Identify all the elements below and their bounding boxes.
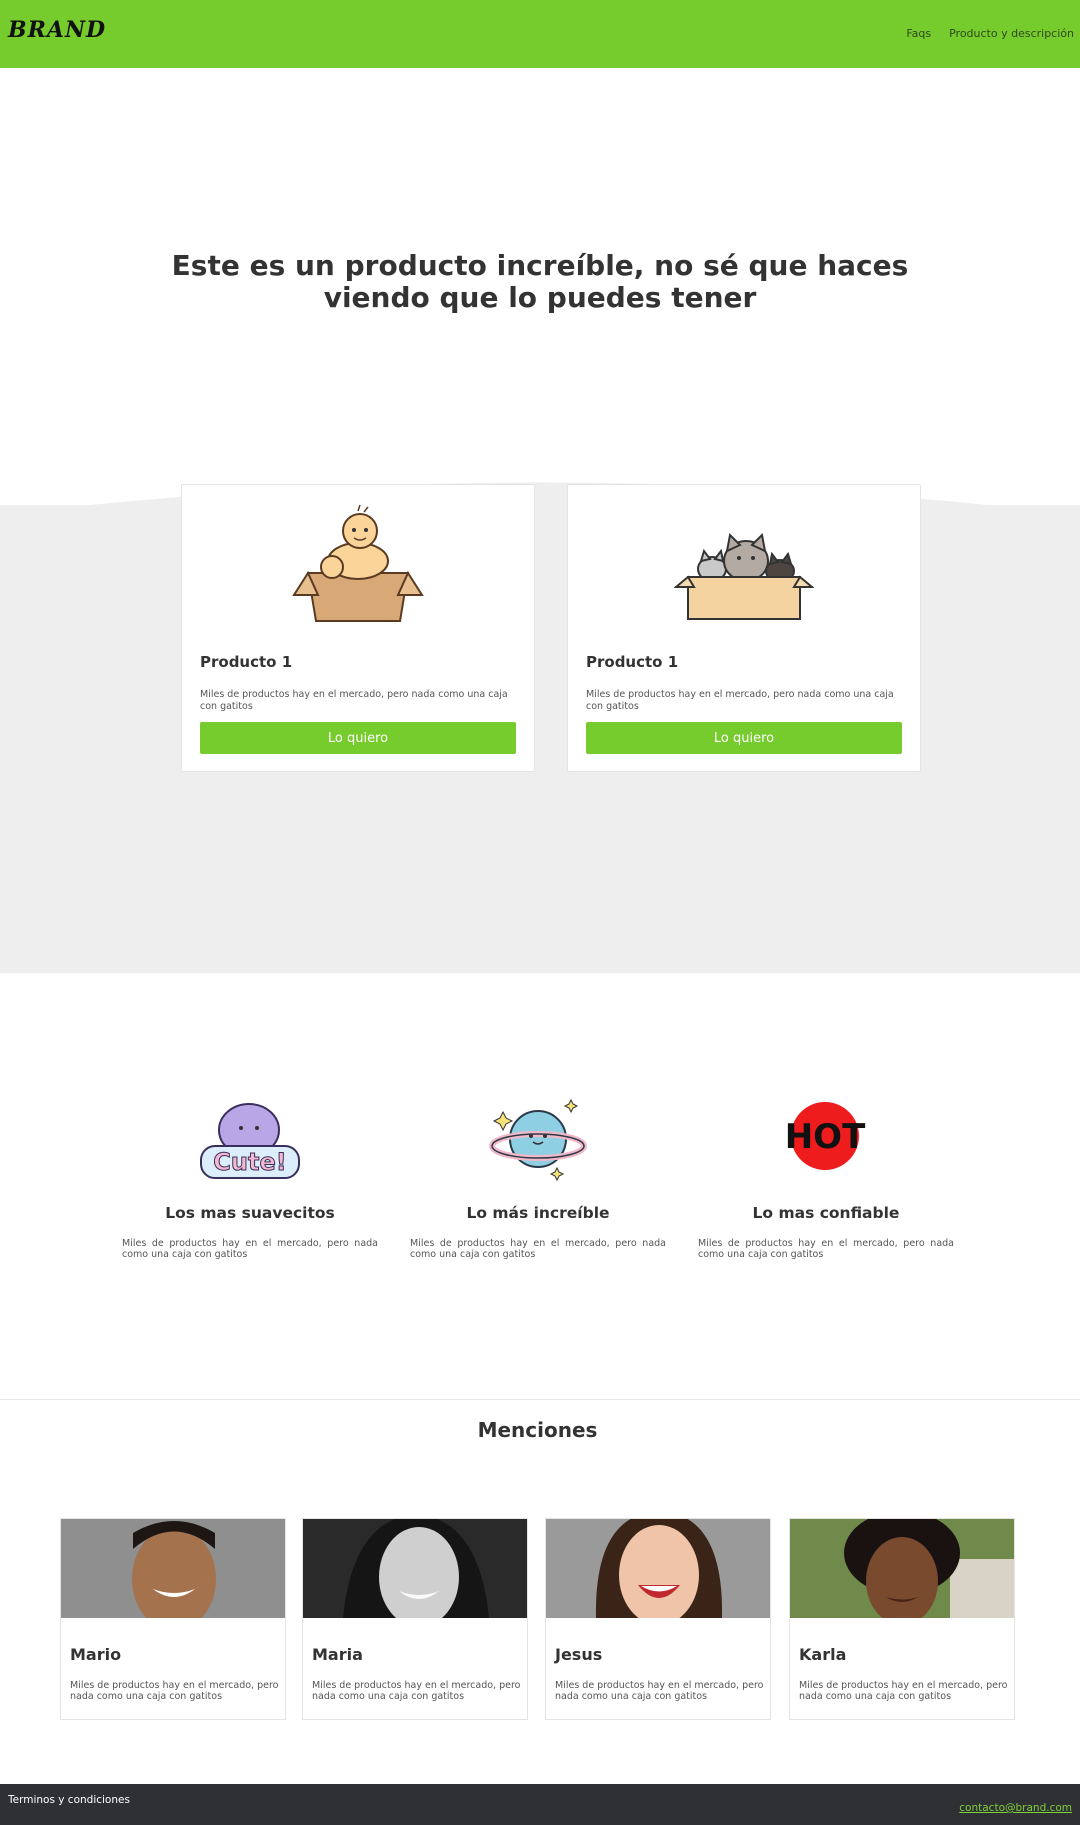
- svg-text:Cute!: Cute!: [213, 1148, 286, 1176]
- feature-description: Miles de productos hay en el mercado, pe…: [698, 1238, 954, 1260]
- person-name: Jesus: [555, 1645, 603, 1664]
- feature-title: Lo mas confiable: [752, 1204, 900, 1222]
- main-nav: Faqs Producto y descripción: [906, 27, 1074, 40]
- avatar: [303, 1519, 527, 1618]
- feature-title: Los mas suavecitos: [165, 1204, 335, 1222]
- mention-card: Jesus Miles de productos hay en el merca…: [545, 1518, 771, 1720]
- contact-email-link[interactable]: contacto@brand.com: [959, 1802, 1072, 1814]
- svg-text:HOT: HOT: [785, 1117, 866, 1157]
- person-description: Miles de productos hay en el mercado, pe…: [555, 1680, 764, 1702]
- mention-card: Mario Miles de productos hay en el merca…: [60, 1518, 286, 1720]
- avatar: [61, 1519, 285, 1618]
- mention-card: Maria Miles de productos hay en el merca…: [302, 1518, 528, 1720]
- footer: Terminos y condiciones contacto@brand.co…: [0, 1784, 1080, 1825]
- cats-in-box-icon: [568, 503, 920, 628]
- mentions-title: Menciones: [477, 1418, 598, 1442]
- landing-page: BRAND Faqs Producto y descripción Este e…: [0, 0, 1080, 1825]
- avatar: [546, 1519, 770, 1618]
- avatar: [790, 1519, 1014, 1618]
- product-description: Miles de productos hay en el mercado, pe…: [586, 689, 894, 712]
- feature-title: Lo más increíble: [466, 1204, 610, 1222]
- product-title: Producto 1: [586, 653, 679, 671]
- section-divider: [0, 1399, 1080, 1400]
- buy-button[interactable]: Lo quiero: [200, 722, 516, 754]
- person-name: Karla: [799, 1645, 847, 1664]
- baby-in-box-icon: [182, 503, 534, 628]
- feature-description: Miles de productos hay en el mercado, pe…: [410, 1238, 666, 1260]
- hero-title: Este es un producto increíble, no sé que…: [171, 249, 909, 314]
- terms-link[interactable]: Terminos y condiciones: [8, 1794, 130, 1806]
- mention-card: Karla Miles de productos hay en el merca…: [789, 1518, 1015, 1720]
- product-card: Producto 1 Miles de productos hay en el …: [181, 484, 535, 772]
- hot-sticker-icon: HOT: [696, 1094, 956, 1184]
- product-description: Miles de productos hay en el mercado, pe…: [200, 689, 508, 712]
- planet-icon: [408, 1094, 668, 1184]
- feature-description: Miles de productos hay en el mercado, pe…: [122, 1238, 378, 1260]
- top-navbar: BRAND Faqs Producto y descripción: [0, 0, 1080, 68]
- product-title: Producto 1: [200, 653, 293, 671]
- brand-logo[interactable]: BRAND: [8, 17, 106, 43]
- person-name: Mario: [70, 1645, 122, 1664]
- person-description: Miles de productos hay en el mercado, pe…: [312, 1680, 521, 1702]
- person-name: Maria: [312, 1645, 363, 1664]
- nav-link-product-description[interactable]: Producto y descripción: [949, 27, 1074, 40]
- person-description: Miles de productos hay en el mercado, pe…: [70, 1680, 279, 1702]
- nav-link-faqs[interactable]: Faqs: [906, 27, 931, 40]
- buy-button[interactable]: Lo quiero: [586, 722, 902, 754]
- product-card: Producto 1 Miles de productos hay en el …: [567, 484, 921, 772]
- cute-sticker-icon: Cute!: [120, 1094, 380, 1184]
- feature-item: Cute! Los mas suavecitos Miles de produc…: [120, 1094, 380, 1260]
- person-description: Miles de productos hay en el mercado, pe…: [799, 1680, 1008, 1702]
- feature-item: Lo más increíble Miles de productos hay …: [408, 1094, 668, 1260]
- feature-item: HOT Lo mas confiable Miles de productos …: [696, 1094, 956, 1260]
